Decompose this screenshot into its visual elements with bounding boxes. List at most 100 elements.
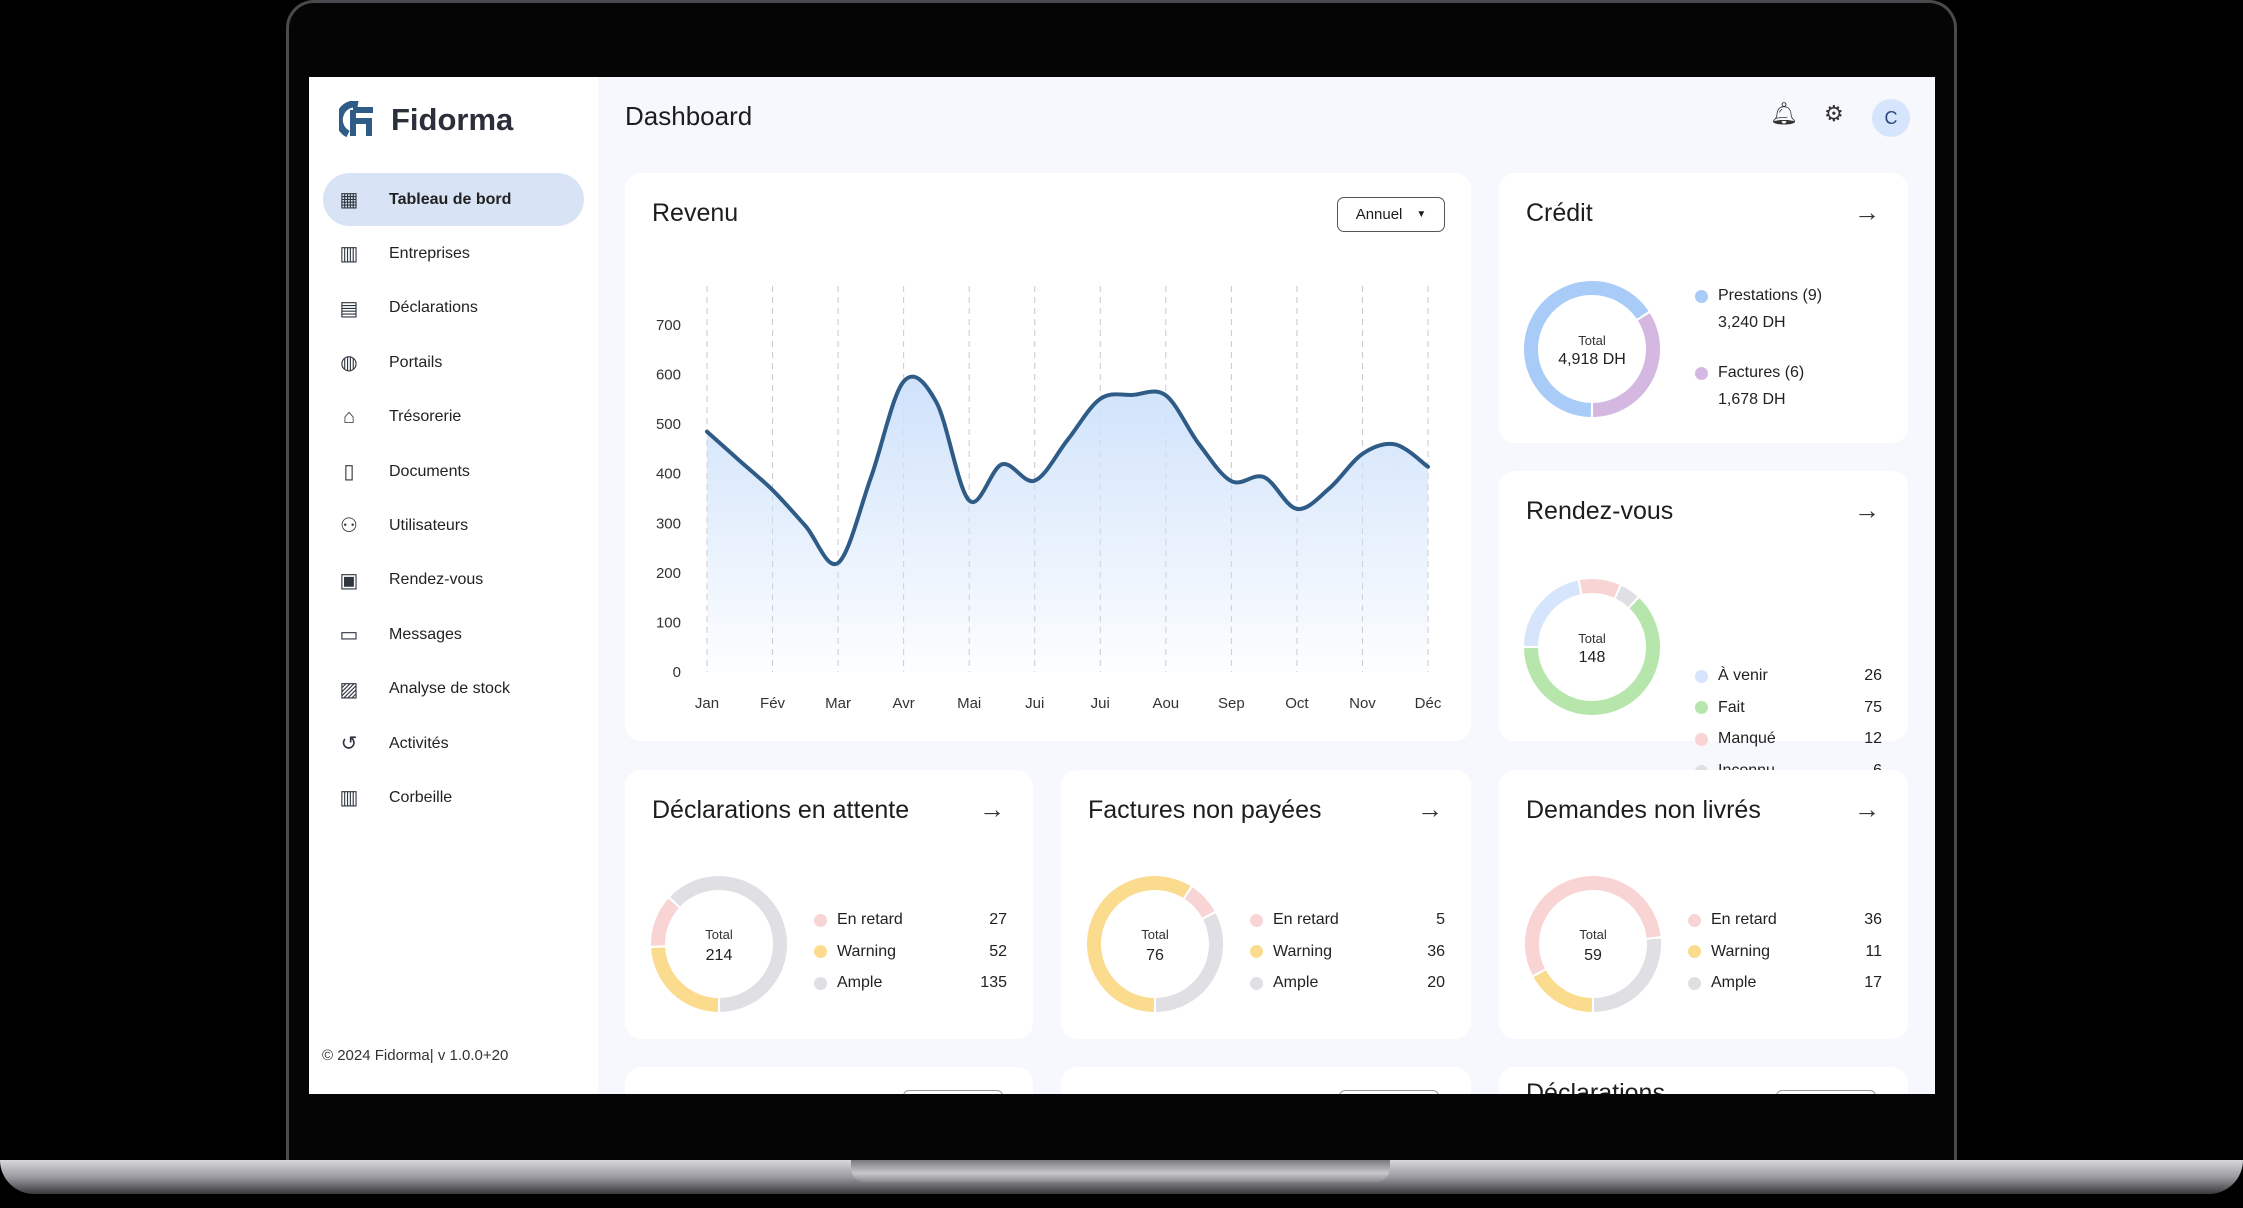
sidebar-item-5[interactable]: ▯ Documents	[323, 445, 584, 498]
donut-segment	[1087, 876, 1191, 1012]
sidebar-item-10[interactable]: ↺ Activités	[323, 717, 584, 770]
partial-card-title: Déclarations	[1526, 1079, 1665, 1094]
sidebar-item-7[interactable]: ▣ Rendez-vous	[323, 554, 584, 607]
legend-value: 52	[989, 942, 1007, 960]
rdv-donut	[1524, 579, 1660, 715]
arrow-right-icon[interactable]: →	[1854, 794, 1880, 825]
legend-item: Ample	[814, 974, 882, 992]
partial-select[interactable]	[1776, 1090, 1876, 1094]
legend-label: En retard	[1711, 911, 1777, 928]
status-total-label: Total	[1579, 927, 1607, 942]
donut-segment	[670, 876, 787, 1012]
legend-label: Warning	[837, 942, 896, 960]
arrow-right-icon[interactable]: →	[1854, 197, 1880, 228]
laptop-notch	[851, 1160, 1390, 1182]
status-donut	[1525, 876, 1661, 1012]
legend-label: Warning	[1273, 942, 1332, 960]
legend-label: Ample	[1273, 974, 1319, 992]
x-tick-label: Mar	[825, 695, 851, 712]
sidebar-item-2[interactable]: ▤ Déclarations	[323, 282, 584, 335]
sidebar-item-label: Portails	[389, 353, 443, 371]
history-icon: ↺	[340, 733, 358, 755]
legend-value: 5	[1436, 911, 1445, 928]
gear-icon[interactable]: ⚙	[1824, 101, 1844, 127]
x-tick-label: Jui	[1091, 695, 1110, 712]
legend-label: En retard	[1273, 911, 1339, 928]
sidebar-item-label: Analyse de stock	[389, 680, 510, 698]
sidebar-item-6[interactable]: ⚇ Utilisateurs	[323, 499, 584, 552]
arrow-right-icon[interactable]: →	[979, 794, 1005, 825]
legend-label: À venir	[1718, 667, 1768, 684]
donut-segment	[1184, 887, 1215, 919]
legend-dot	[1695, 289, 1708, 303]
credit-total-label: Total	[1578, 333, 1606, 348]
sidebar-item-8[interactable]: ▭ Messages	[323, 608, 584, 661]
legend-item: Warning	[814, 943, 896, 961]
legend-item: À venir	[1695, 667, 1768, 685]
legend-item: Warning	[1250, 943, 1332, 961]
y-tick-label: 0	[673, 664, 681, 681]
legend-item: Ample	[1250, 974, 1318, 992]
x-tick-label: Fév	[760, 695, 786, 712]
status-card: Demandes non livrés → Total 59 En retard…	[1499, 770, 1908, 1039]
status-total-label: Total	[705, 927, 733, 942]
legend-item: Factures (6)	[1695, 364, 1804, 382]
legend-label: Factures (6)	[1718, 364, 1805, 381]
x-tick-label: Déc	[1415, 695, 1442, 712]
legend-label: Warning	[1711, 942, 1770, 960]
legend-item: Ample	[1688, 974, 1756, 992]
logo[interactable]: Fidorma	[339, 101, 513, 139]
bell-icon[interactable]: 🔔︎	[1770, 101, 1798, 127]
legend-value: 75	[1864, 698, 1882, 716]
revenue-card: Revenu Annuel ▼ Jan Fév Mar Avr Mai Jui Jui Aou…	[625, 173, 1471, 741]
legend-item: En retard	[1688, 911, 1777, 929]
legend-amount: 1,678 DH	[1718, 391, 1786, 408]
sidebar-item-9[interactable]: ▨ Analyse de stock	[323, 663, 584, 716]
legend-item: Warning	[1688, 943, 1770, 961]
rdv-title: Rendez-vous	[1526, 497, 1674, 525]
legend-label: Ample	[1711, 974, 1757, 992]
brand-name: Fidorma	[391, 102, 514, 137]
fidorma-logo-icon	[339, 101, 373, 138]
legend-value: 26	[1864, 667, 1882, 684]
sidebar-item-label: Entreprises	[389, 244, 470, 262]
sidebar-item-label: Corbeille	[389, 788, 453, 806]
sidebar-item-3[interactable]: ◍ Portails	[323, 336, 584, 389]
arrow-right-icon[interactable]: →	[1417, 794, 1443, 825]
partial-select[interactable]	[903, 1090, 1003, 1094]
footer-version: © 2024 Fidorma| v 1.0.0+20	[322, 1047, 509, 1064]
status-total: 59	[1584, 947, 1602, 964]
legend-label: Manqué	[1718, 730, 1776, 748]
x-tick-label: Sep	[1218, 695, 1245, 712]
x-tick-label: Jui	[1025, 695, 1044, 712]
sidebar-item-1[interactable]: ▥ Entreprises	[323, 227, 584, 280]
document-icon: ▯	[343, 461, 355, 483]
x-tick-label: Oct	[1285, 695, 1309, 712]
legend-item: Manqué	[1695, 730, 1776, 748]
y-tick-label: 600	[656, 367, 681, 384]
y-tick-label: 700	[656, 317, 681, 334]
status-card: Factures non payées → Total 76 En retard…	[1061, 770, 1471, 1039]
users-icon: ⚇	[340, 515, 358, 538]
partial-select[interactable]	[1339, 1090, 1439, 1094]
receipt-icon: ▤	[339, 297, 359, 320]
sidebar-item-label: Déclarations	[389, 299, 478, 317]
credit-total: 4,918 DH	[1558, 351, 1626, 368]
sidebar-item-11[interactable]: ▥ Corbeille	[323, 771, 584, 824]
legend-dot	[1695, 669, 1708, 683]
legend-label: Ample	[837, 974, 883, 992]
rdv-total: 148	[1578, 649, 1606, 666]
arrow-right-icon[interactable]: →	[1854, 495, 1880, 526]
sidebar-item-0[interactable]: ▦ Tableau de bord	[323, 173, 584, 226]
rdv-total-label: Total	[1578, 631, 1606, 646]
sidebar-item-label: Trésorerie	[389, 408, 462, 426]
globe-icon: ◍	[340, 352, 358, 375]
legend-dot	[1250, 913, 1263, 927]
sidebar-item-4[interactable]: ⌂ Trésorerie	[323, 391, 584, 444]
x-tick-label: Mai	[957, 695, 981, 712]
avatar[interactable]: C	[1872, 99, 1910, 137]
page-title: Dashboard	[625, 101, 753, 131]
status-card-title: Déclarations en attente	[652, 796, 910, 824]
legend-item: En retard	[814, 911, 903, 929]
legend-value: 12	[1864, 730, 1882, 748]
